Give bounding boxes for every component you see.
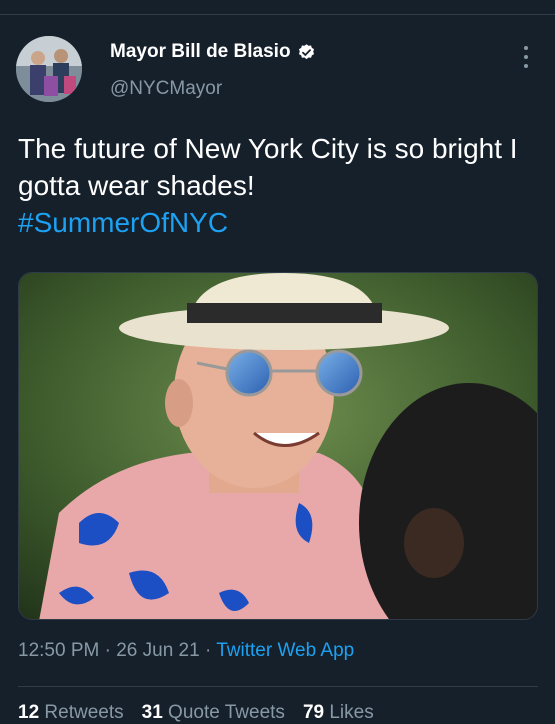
tweet-time[interactable]: 12:50 PM	[18, 640, 99, 661]
more-options-icon[interactable]	[516, 44, 536, 70]
display-name-text[interactable]: Mayor Bill de Blasio	[110, 41, 291, 63]
meta-separator: ·	[204, 640, 217, 661]
quote-label: Quote Tweets	[168, 702, 285, 723]
tweet-photo[interactable]	[18, 272, 538, 620]
tweet-date[interactable]: 26 Jun 21	[116, 640, 199, 661]
stats-divider	[18, 686, 538, 687]
tweet-text: The future of New York City is so bright…	[18, 130, 538, 241]
likes-count: 79	[302, 702, 325, 723]
retweets-stat[interactable]: 12 Retweets	[18, 702, 124, 724]
display-name[interactable]: Mayor Bill de Blasio	[110, 41, 316, 63]
tweet-stats: 12 Retweets 31 Quote Tweets 79 Likes	[18, 702, 374, 724]
meta-separator: ·	[104, 640, 117, 661]
tweet-source-link[interactable]: Twitter Web App	[216, 640, 354, 661]
top-divider	[0, 14, 555, 15]
avatar[interactable]	[16, 36, 82, 102]
quote-tweets-stat[interactable]: 31 Quote Tweets	[142, 702, 285, 724]
tweet-meta: 12:50 PM · 26 Jun 21 · Twitter Web App	[18, 640, 354, 662]
likes-label: Likes	[329, 702, 374, 723]
verified-badge-icon	[297, 43, 316, 62]
user-handle[interactable]: @NYCMayor	[110, 78, 222, 100]
retweets-count: 12	[18, 702, 40, 723]
likes-stat[interactable]: 79 Likes	[303, 702, 374, 724]
retweets-label: Retweets	[44, 702, 124, 723]
hashtag-link[interactable]: #SummerOfNYC	[18, 204, 538, 241]
quote-count: 31	[141, 702, 163, 723]
tweet-body: The future of New York City is so bright…	[18, 133, 518, 201]
